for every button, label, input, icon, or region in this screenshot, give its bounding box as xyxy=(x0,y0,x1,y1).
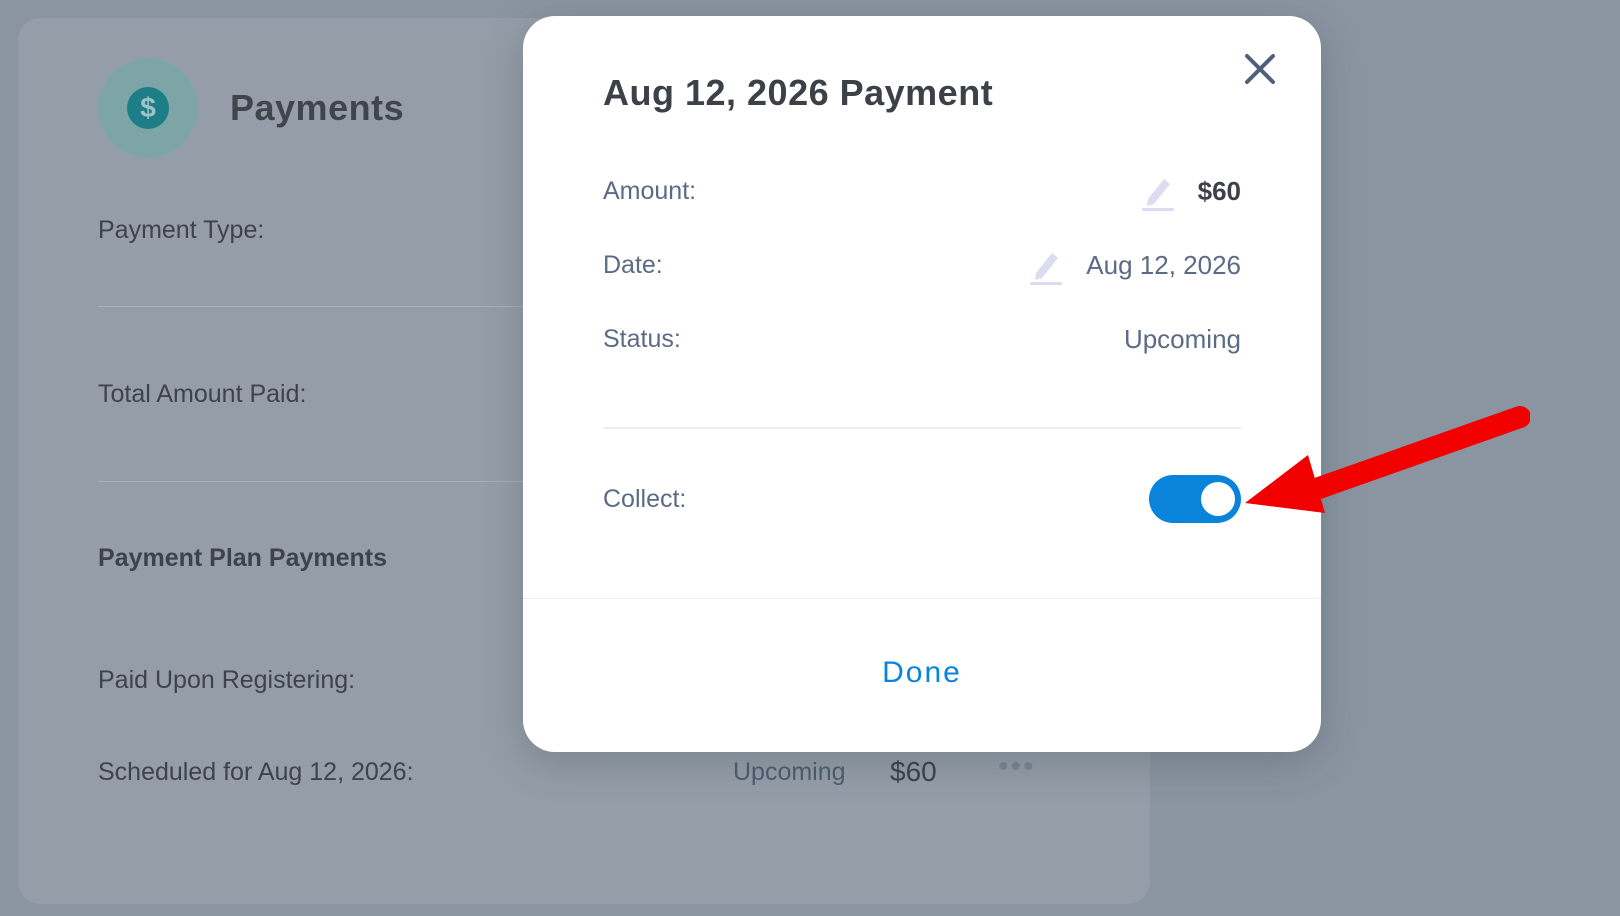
date-value: Aug 12, 2026 xyxy=(1086,249,1241,280)
status-value: Upcoming xyxy=(1123,323,1241,354)
collect-toggle[interactable] xyxy=(1149,475,1241,523)
done-button[interactable]: Done xyxy=(523,656,1321,690)
status-row: Status: Upcoming xyxy=(603,319,1241,359)
amount-label: Amount: xyxy=(603,176,697,205)
paid-upon-registering-label: Paid Upon Registering: xyxy=(98,666,356,694)
amount-value: $60 xyxy=(1197,175,1241,206)
status-label: Status: xyxy=(603,324,681,353)
scheduled-payment-status: Upcoming xyxy=(733,758,846,786)
divider xyxy=(603,427,1241,429)
payment-plan-payments-heading: Payment Plan Payments xyxy=(98,544,388,572)
modal-title: Aug 12, 2026 Payment xyxy=(603,72,994,113)
dollar-icon: $ xyxy=(98,58,198,158)
payments-header: $ Payments xyxy=(98,58,404,158)
scheduled-payment-amount: $60 xyxy=(890,756,937,787)
amount-row: Amount: $60 xyxy=(603,171,1241,211)
payment-modal: Aug 12, 2026 Payment Amount: $60 Date: A… xyxy=(523,16,1321,752)
date-label: Date: xyxy=(603,250,663,279)
divider xyxy=(98,306,538,307)
total-amount-paid-label: Total Amount Paid: xyxy=(98,380,307,408)
divider xyxy=(98,481,538,482)
pencil-icon[interactable] xyxy=(1028,245,1064,285)
payment-type-label: Payment Type: xyxy=(98,216,265,244)
collect-label: Collect: xyxy=(603,484,687,513)
divider xyxy=(523,598,1321,599)
scheduled-payment-label: Scheduled for Aug 12, 2026: xyxy=(98,758,414,786)
annotation-arrow-icon xyxy=(1245,406,1530,513)
date-row: Date: Aug 12, 2026 xyxy=(603,245,1241,285)
pencil-icon[interactable] xyxy=(1140,171,1176,211)
collect-row: Collect: xyxy=(603,474,1241,524)
close-icon[interactable] xyxy=(1235,44,1285,94)
more-dots-icon[interactable]: ••• xyxy=(998,750,1036,784)
payments-title: Payments xyxy=(230,87,405,128)
